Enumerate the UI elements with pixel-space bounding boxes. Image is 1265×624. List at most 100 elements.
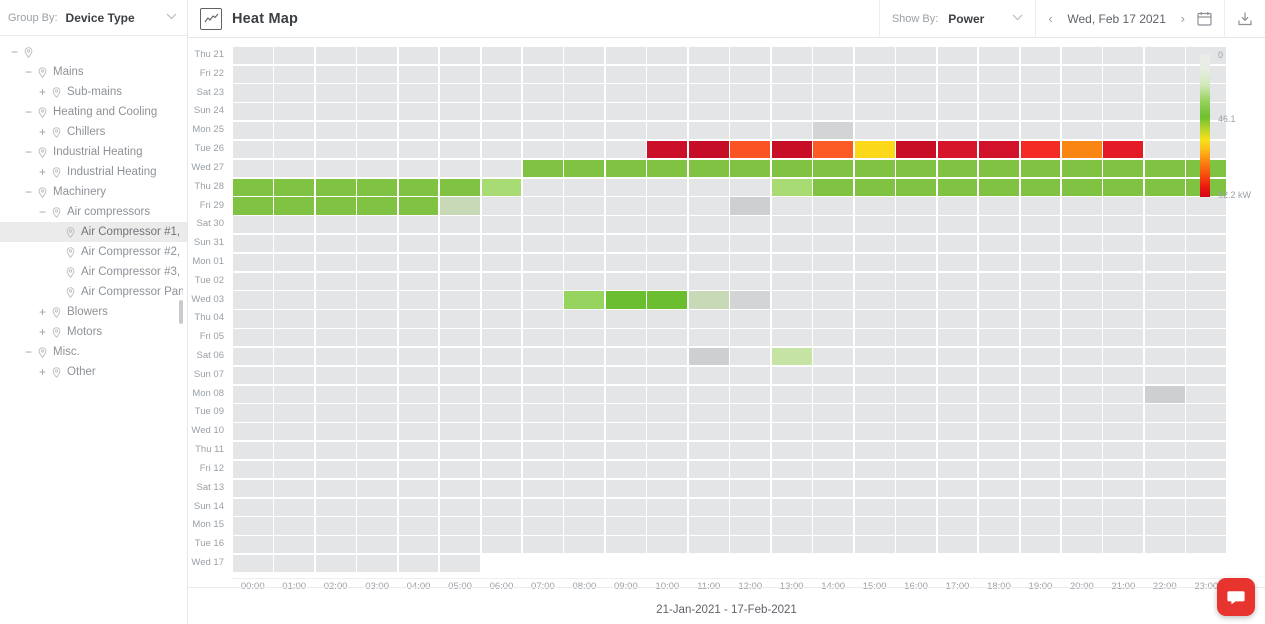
heatmap-cell[interactable] (481, 404, 522, 422)
heatmap-cell[interactable] (688, 46, 729, 65)
heatmap-cell[interactable] (315, 442, 356, 460)
heatmap-cell[interactable] (315, 140, 356, 159)
heatmap-cell[interactable] (605, 140, 646, 159)
heatmap-cell[interactable] (481, 536, 522, 554)
heatmap-cell[interactable] (357, 498, 398, 516)
heatmap-cell[interactable] (274, 536, 315, 554)
heatmap-cell[interactable] (440, 385, 480, 403)
heatmap-cell[interactable] (357, 536, 398, 554)
heatmap-cell[interactable] (398, 460, 439, 479)
heatmap-cell[interactable] (1020, 103, 1061, 121)
heatmap-cell[interactable] (232, 103, 273, 121)
heatmap-cell[interactable] (979, 291, 1019, 309)
heatmap-cell[interactable] (854, 84, 895, 102)
heatmap-cell[interactable] (440, 517, 480, 535)
heatmap-cell[interactable] (647, 347, 688, 366)
heatmap-cell[interactable] (854, 65, 895, 83)
heatmap-cell[interactable] (481, 517, 522, 535)
heatmap-cell[interactable] (357, 385, 398, 403)
heatmap-cell[interactable] (937, 385, 978, 403)
heatmap-cell[interactable] (1020, 366, 1061, 384)
heatmap-cell[interactable] (937, 197, 978, 215)
heatmap-cell[interactable] (315, 197, 356, 215)
heatmap-cell[interactable] (1144, 65, 1185, 83)
heatmap-cell[interactable] (647, 159, 688, 177)
heatmap-cell[interactable] (357, 159, 398, 177)
expand-icon[interactable]: + (36, 326, 49, 338)
heatmap-cell[interactable] (896, 479, 936, 497)
heatmap-cell[interactable] (398, 291, 439, 309)
heatmap-cell[interactable] (1020, 65, 1061, 83)
heatmap-cell[interactable] (1020, 272, 1061, 290)
heatmap-cell[interactable] (979, 103, 1019, 121)
heatmap-cell[interactable] (854, 423, 895, 441)
heatmap-cell[interactable] (1061, 460, 1102, 479)
heatmap-cell[interactable] (232, 197, 273, 215)
heatmap-cell[interactable] (398, 517, 439, 535)
heatmap-cell[interactable] (1103, 479, 1144, 497)
heatmap-cell[interactable] (605, 423, 646, 441)
heatmap-cell[interactable] (1144, 235, 1185, 253)
heatmap-cell[interactable] (647, 291, 688, 309)
heatmap-cell[interactable] (315, 253, 356, 272)
heatmap-cell[interactable] (481, 498, 522, 516)
heatmap-cell[interactable] (771, 65, 812, 83)
heatmap-cell[interactable] (232, 554, 273, 573)
heatmap-cell[interactable] (274, 103, 315, 121)
heatmap-cell[interactable] (357, 329, 398, 347)
tree-item-air-compressor-panel-b[interactable]: Air Compressor Panel, B (0, 282, 187, 302)
heatmap-cell[interactable] (771, 159, 812, 177)
heatmap-cell[interactable] (730, 423, 771, 441)
heatmap-cell[interactable] (647, 404, 688, 422)
heatmap-cell[interactable] (813, 103, 854, 121)
heatmap-cell[interactable] (979, 385, 1019, 403)
heatmap-cell[interactable] (813, 140, 854, 159)
heatmap-cell[interactable] (232, 291, 273, 309)
heatmap-cell[interactable] (564, 347, 605, 366)
heatmap-cell[interactable] (315, 272, 356, 290)
heatmap-cell[interactable] (481, 366, 522, 384)
tree-item-air-compressor-1-b12[interactable]: Air Compressor #1, B12 (0, 222, 187, 242)
heatmap-cell[interactable] (523, 46, 563, 65)
heatmap-cell[interactable] (1144, 517, 1185, 535)
heatmap-cell[interactable] (357, 253, 398, 272)
heatmap-cell[interactable] (440, 216, 480, 234)
heatmap-cell[interactable] (564, 404, 605, 422)
heatmap-cell[interactable] (730, 291, 771, 309)
heatmap-cell[interactable] (688, 329, 729, 347)
heatmap-cell[interactable] (440, 140, 480, 159)
heatmap-cell[interactable] (564, 122, 605, 140)
heatmap-cell[interactable] (523, 423, 563, 441)
heatmap-cell[interactable] (1144, 347, 1185, 366)
heatmap-cell[interactable] (1061, 122, 1102, 140)
calendar-icon[interactable] (1197, 11, 1212, 26)
heatmap-cell[interactable] (1061, 329, 1102, 347)
heatmap-cell[interactable] (771, 404, 812, 422)
heatmap-cell[interactable] (854, 178, 895, 196)
heatmap-cell[interactable] (854, 253, 895, 272)
heatmap-cell[interactable] (605, 310, 646, 328)
heatmap-cell[interactable] (1020, 329, 1061, 347)
heatmap-cell[interactable] (605, 253, 646, 272)
heatmap-cell[interactable] (315, 460, 356, 479)
heatmap-cell[interactable] (813, 46, 854, 65)
heatmap-cell[interactable] (771, 460, 812, 479)
heatmap-cell[interactable] (730, 272, 771, 290)
heatmap-cell[interactable] (315, 310, 356, 328)
heatmap-cell[interactable] (605, 460, 646, 479)
heatmap-cell[interactable] (523, 197, 563, 215)
heatmap-cell[interactable] (315, 46, 356, 65)
heatmap-cell[interactable] (730, 140, 771, 159)
heatmap-cell[interactable] (896, 253, 936, 272)
heatmap-cell[interactable] (564, 253, 605, 272)
heatmap-cell[interactable] (688, 216, 729, 234)
heatmap-cell[interactable] (481, 385, 522, 403)
heatmap-cell[interactable] (440, 159, 480, 177)
heatmap-cell[interactable] (1020, 423, 1061, 441)
heatmap-cell[interactable] (564, 216, 605, 234)
heatmap-cell[interactable] (1061, 159, 1102, 177)
heatmap-cell[interactable] (771, 216, 812, 234)
heatmap-cell[interactable] (357, 404, 398, 422)
heatmap-cell[interactable] (605, 46, 646, 65)
heatmap-cell[interactable] (564, 159, 605, 177)
